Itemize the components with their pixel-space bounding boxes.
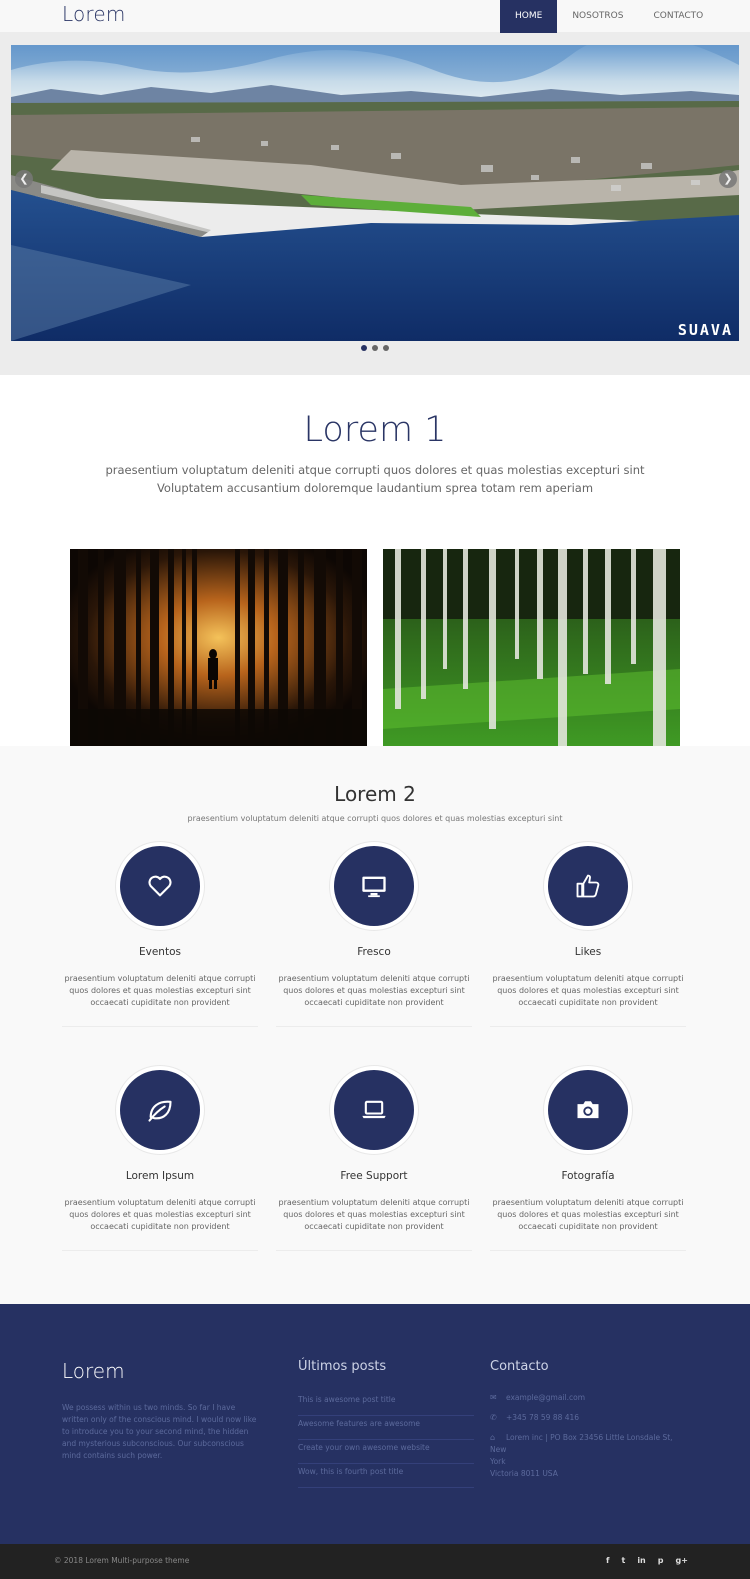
slider-indicators (361, 345, 389, 351)
slider-dot-3[interactable] (383, 345, 389, 351)
chevron-left-icon[interactable]: ❮ (15, 170, 33, 188)
section2-title: Lorem 2 (334, 782, 416, 806)
nav-link-nosotros[interactable]: NOSOTROS (557, 0, 638, 33)
feature-icon-circle (334, 1070, 414, 1150)
feature-title: Lorem Ipsum (125, 1170, 195, 1182)
feature-icon-circle (120, 1070, 200, 1150)
footer-post-link-1[interactable]: This is awesome post title (298, 1392, 474, 1416)
divider (62, 1250, 258, 1251)
footer-brand: Lorem (62, 1359, 125, 1383)
thumbs-up-icon (576, 874, 600, 898)
feature-text: praesentium voluptatum deleniti atque co… (278, 974, 470, 1008)
section2-subtitle: praesentium voluptatum deleniti atque co… (187, 814, 563, 823)
hero-slider: SUAVA ❮ ❯ (0, 33, 750, 375)
slider-dot-1[interactable] (361, 345, 367, 351)
brand-logo[interactable]: Lorem (62, 2, 126, 26)
chevron-right-icon[interactable]: ❯ (719, 170, 737, 188)
heart-icon (148, 875, 172, 897)
feature-icon-circle (120, 846, 200, 926)
footer-post-link-2[interactable]: Awesome features are awesome (298, 1416, 474, 1440)
divider (276, 1250, 472, 1251)
divider (490, 1026, 686, 1027)
palm-grove-image (383, 549, 680, 746)
section1-subtitle-line1: praesentium voluptatum deleniti atque co… (105, 463, 645, 477)
laptop-icon (362, 1100, 386, 1119)
copyright: © 2018 Lorem Multi-purpose theme (54, 1556, 190, 1565)
camera-icon (577, 1101, 599, 1119)
section1-title: Lorem 1 (303, 410, 447, 450)
feature-title: Free Support (340, 1170, 408, 1182)
feature-text: praesentium voluptatum deleniti atque co… (492, 974, 684, 1008)
divider (62, 1026, 258, 1027)
footer: Lorem We possess within us two minds. So… (0, 1304, 750, 1544)
twitter-icon[interactable]: t (621, 1555, 625, 1567)
envelope-icon: ✉ (490, 1393, 497, 1402)
hero-watermark: SUAVA (677, 321, 733, 339)
forest-sunset-image (70, 549, 367, 746)
footer-email[interactable]: example@gmail.com (506, 1393, 585, 1402)
footer-phone-row: ✆ +345 78 59 88 416 (490, 1412, 579, 1424)
feature-icon-circle (548, 1070, 628, 1150)
footer-address-line1: Lorem inc | PO Box 23456 Little Lonsdale… (490, 1433, 673, 1454)
pinterest-icon[interactable]: p (658, 1555, 664, 1567)
navbar: Lorem HOME NOSOTROS CONTACTO (0, 0, 750, 33)
feature-title: Fresco (357, 946, 391, 958)
footer-address-row: ⌂ Lorem inc | PO Box 23456 Little Lonsdal… (490, 1432, 680, 1480)
nav-link-home[interactable]: HOME (500, 0, 558, 33)
footer-bottom-bar: © 2018 Lorem Multi-purpose theme f t in … (0, 1544, 750, 1579)
google-plus-icon[interactable]: g+ (675, 1555, 687, 1567)
linkedin-icon[interactable]: in (637, 1555, 645, 1567)
feature-title: Likes (574, 946, 602, 958)
footer-post-link-4[interactable]: Wow, this is fourth post title (298, 1464, 474, 1488)
feature-text: praesentium voluptatum deleniti atque co… (278, 1198, 470, 1232)
feature-text: praesentium voluptatum deleniti atque co… (64, 974, 256, 1008)
feature-text: praesentium voluptatum deleniti atque co… (492, 1198, 684, 1232)
footer-posts-heading: Últimos posts (298, 1359, 387, 1374)
home-icon: ⌂ (490, 1433, 496, 1442)
footer-address-line2: York (490, 1457, 506, 1466)
facebook-icon[interactable]: f (606, 1555, 609, 1567)
monitor-icon (362, 876, 386, 898)
social-links: f t in p g+ (606, 1555, 688, 1567)
hero-image: SUAVA (11, 45, 739, 341)
divider (490, 1250, 686, 1251)
nav-menu: HOME NOSOTROS CONTACTO (500, 0, 718, 33)
feature-icon-circle (334, 846, 414, 926)
footer-address-line3: Victoria 8011 USA (490, 1469, 558, 1478)
divider (276, 1026, 472, 1027)
nav-link-contacto[interactable]: CONTACTO (638, 0, 718, 33)
phone-icon: ✆ (490, 1413, 497, 1422)
footer-contact-heading: Contacto (490, 1359, 549, 1374)
footer-phone: +345 78 59 88 416 (506, 1413, 580, 1422)
feature-icon-circle (548, 846, 628, 926)
footer-email-row: ✉ example@gmail.com (490, 1392, 585, 1404)
feature-title: Eventos (139, 946, 181, 958)
section1-subtitle-line2: Voluptatem accusantium doloremque laudan… (156, 481, 594, 495)
section1-subtitle: praesentium voluptatum deleniti atque co… (100, 461, 650, 497)
slider-dot-2[interactable] (372, 345, 378, 351)
features-section: Lorem 2 praesentium voluptatum deleniti … (0, 746, 750, 1304)
feature-title: Fotografía (561, 1170, 615, 1182)
footer-post-link-3[interactable]: Create your own awesome website (298, 1440, 474, 1464)
leaf-icon (148, 1100, 172, 1122)
footer-about-text: We possess within us two minds. So far I… (62, 1403, 257, 1460)
feature-text: praesentium voluptatum deleniti atque co… (64, 1198, 256, 1232)
